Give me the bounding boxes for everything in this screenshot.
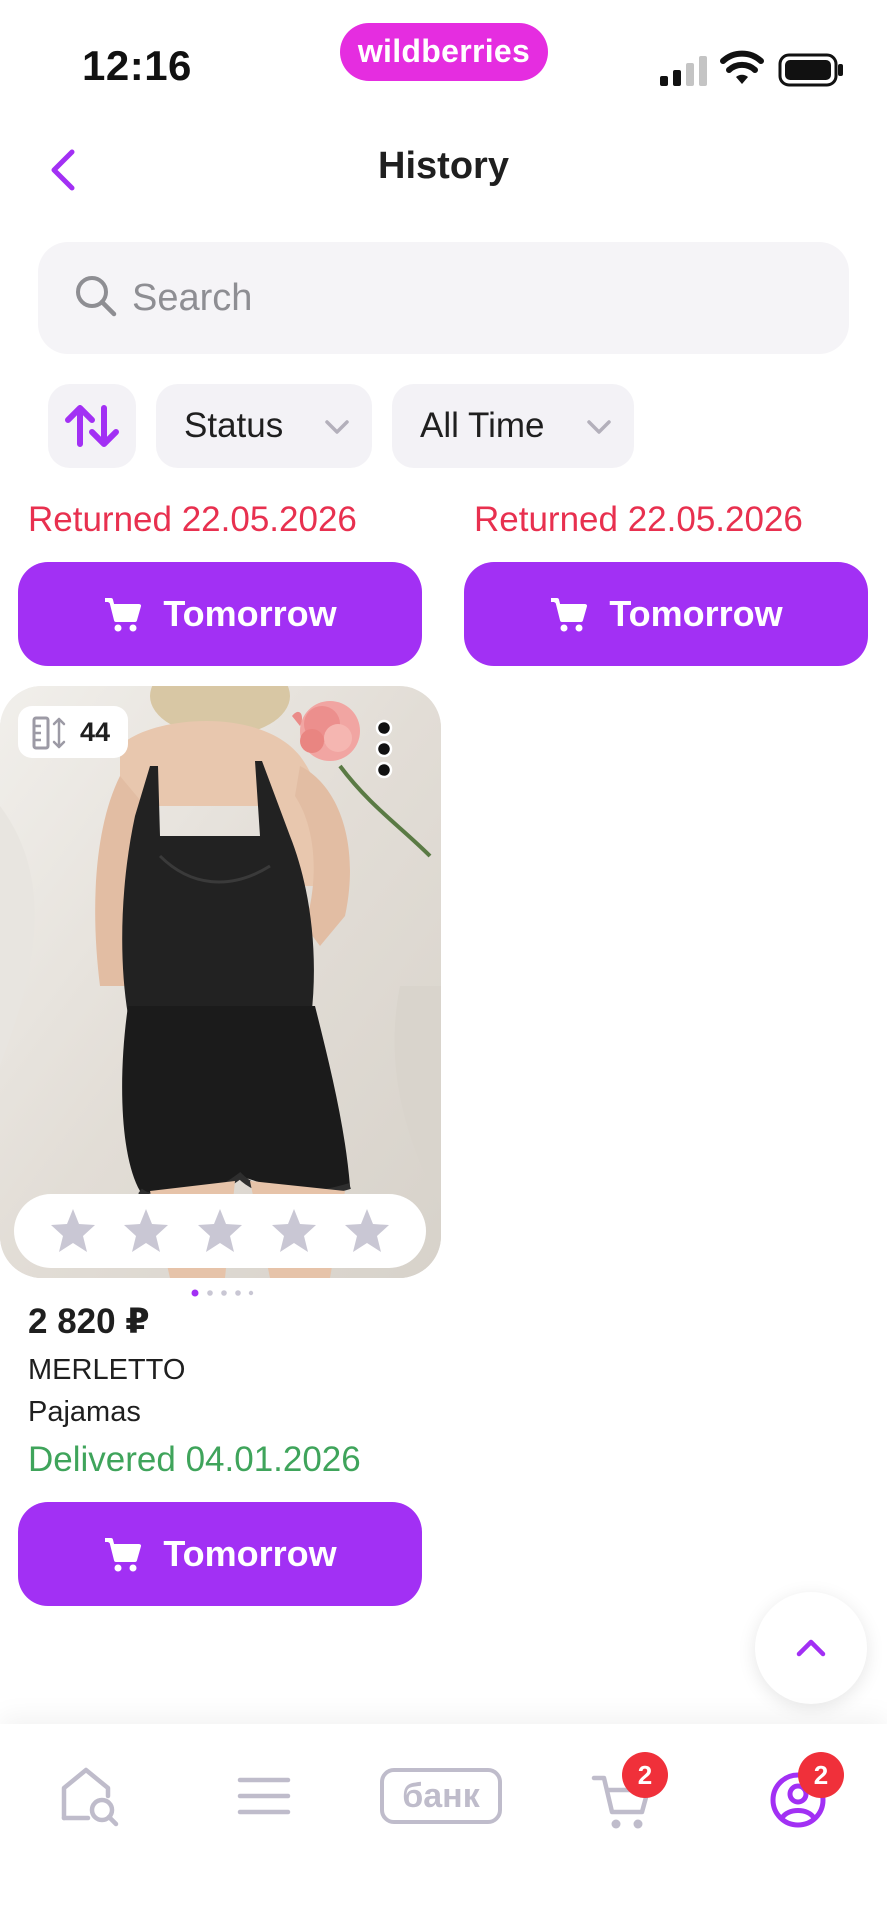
- size-value: 44: [80, 717, 111, 747]
- status-filter-label: Status: [184, 406, 284, 445]
- sort-arrows-icon: [65, 405, 119, 447]
- cellular-signal-icon: [660, 56, 707, 86]
- bank-label: банк: [380, 1768, 502, 1824]
- more-vertical-icon: [375, 719, 393, 779]
- battery-icon: [778, 53, 843, 87]
- status-filter[interactable]: Status: [156, 384, 372, 468]
- product-image[interactable]: 44: [0, 686, 441, 1278]
- image-pagination-dots: [191, 1289, 254, 1297]
- buy-button-label: Tomorrow: [609, 593, 783, 634]
- status-time: 12:16: [82, 42, 192, 89]
- cart-icon: [551, 598, 588, 632]
- product-price: 2 820 ₽: [28, 1302, 150, 1341]
- profile-badge: 2: [798, 1752, 844, 1798]
- star-icon[interactable]: [195, 1206, 245, 1256]
- home-search-icon: [61, 1767, 119, 1827]
- nav-catalog[interactable]: [236, 1754, 292, 1844]
- menu-icon: [237, 1777, 291, 1815]
- wifi-icon: [720, 50, 764, 84]
- nav-home[interactable]: [58, 1754, 122, 1844]
- search-icon: [76, 276, 117, 317]
- cart-badge: 2: [622, 1752, 668, 1798]
- search-bar[interactable]: [38, 242, 849, 354]
- order-status: Returned 22.05.2026: [28, 500, 357, 539]
- star-icon[interactable]: [121, 1206, 171, 1256]
- status-bar: 12:16 wildberries: [0, 0, 887, 110]
- more-options-button[interactable]: [370, 716, 398, 782]
- buy-button[interactable]: Tomorrow: [464, 562, 868, 666]
- sort-button[interactable]: [48, 384, 136, 468]
- product-name: Pajamas: [28, 1396, 141, 1428]
- scroll-to-top-button[interactable]: [755, 1592, 867, 1704]
- chevron-up-icon: [796, 1639, 826, 1657]
- chevron-down-icon: [325, 420, 349, 434]
- buy-button[interactable]: Tomorrow: [18, 562, 422, 666]
- cart-icon: [105, 1538, 142, 1572]
- star-icon[interactable]: [48, 1206, 98, 1256]
- nav-bank[interactable]: банк: [380, 1754, 504, 1844]
- time-filter-label: All Time: [420, 406, 545, 445]
- order-status: Delivered 04.01.2026: [28, 1440, 361, 1479]
- time-filter[interactable]: All Time: [392, 384, 634, 468]
- product-brand: MERLETTO: [28, 1354, 186, 1386]
- chevron-down-icon: [587, 420, 611, 434]
- cart-icon: [105, 598, 142, 632]
- nav-profile[interactable]: 2: [768, 1752, 844, 1844]
- star-icon[interactable]: [269, 1206, 319, 1256]
- rating-stars: [14, 1194, 426, 1268]
- order-status: Returned 22.05.2026: [474, 500, 803, 539]
- bottom-navigation: банк 2 2: [0, 1724, 887, 1920]
- buy-button-label: Tomorrow: [163, 1533, 337, 1574]
- nav-cart[interactable]: 2: [590, 1752, 668, 1844]
- buy-button-label: Tomorrow: [163, 593, 337, 634]
- star-icon[interactable]: [342, 1206, 392, 1256]
- search-input[interactable]: [132, 264, 812, 332]
- brand-logo: wildberries: [340, 23, 548, 81]
- size-badge: 44: [18, 706, 128, 758]
- buy-button[interactable]: Tomorrow: [18, 1502, 422, 1606]
- size-ruler-icon: [32, 716, 66, 750]
- page-title: History: [378, 145, 509, 187]
